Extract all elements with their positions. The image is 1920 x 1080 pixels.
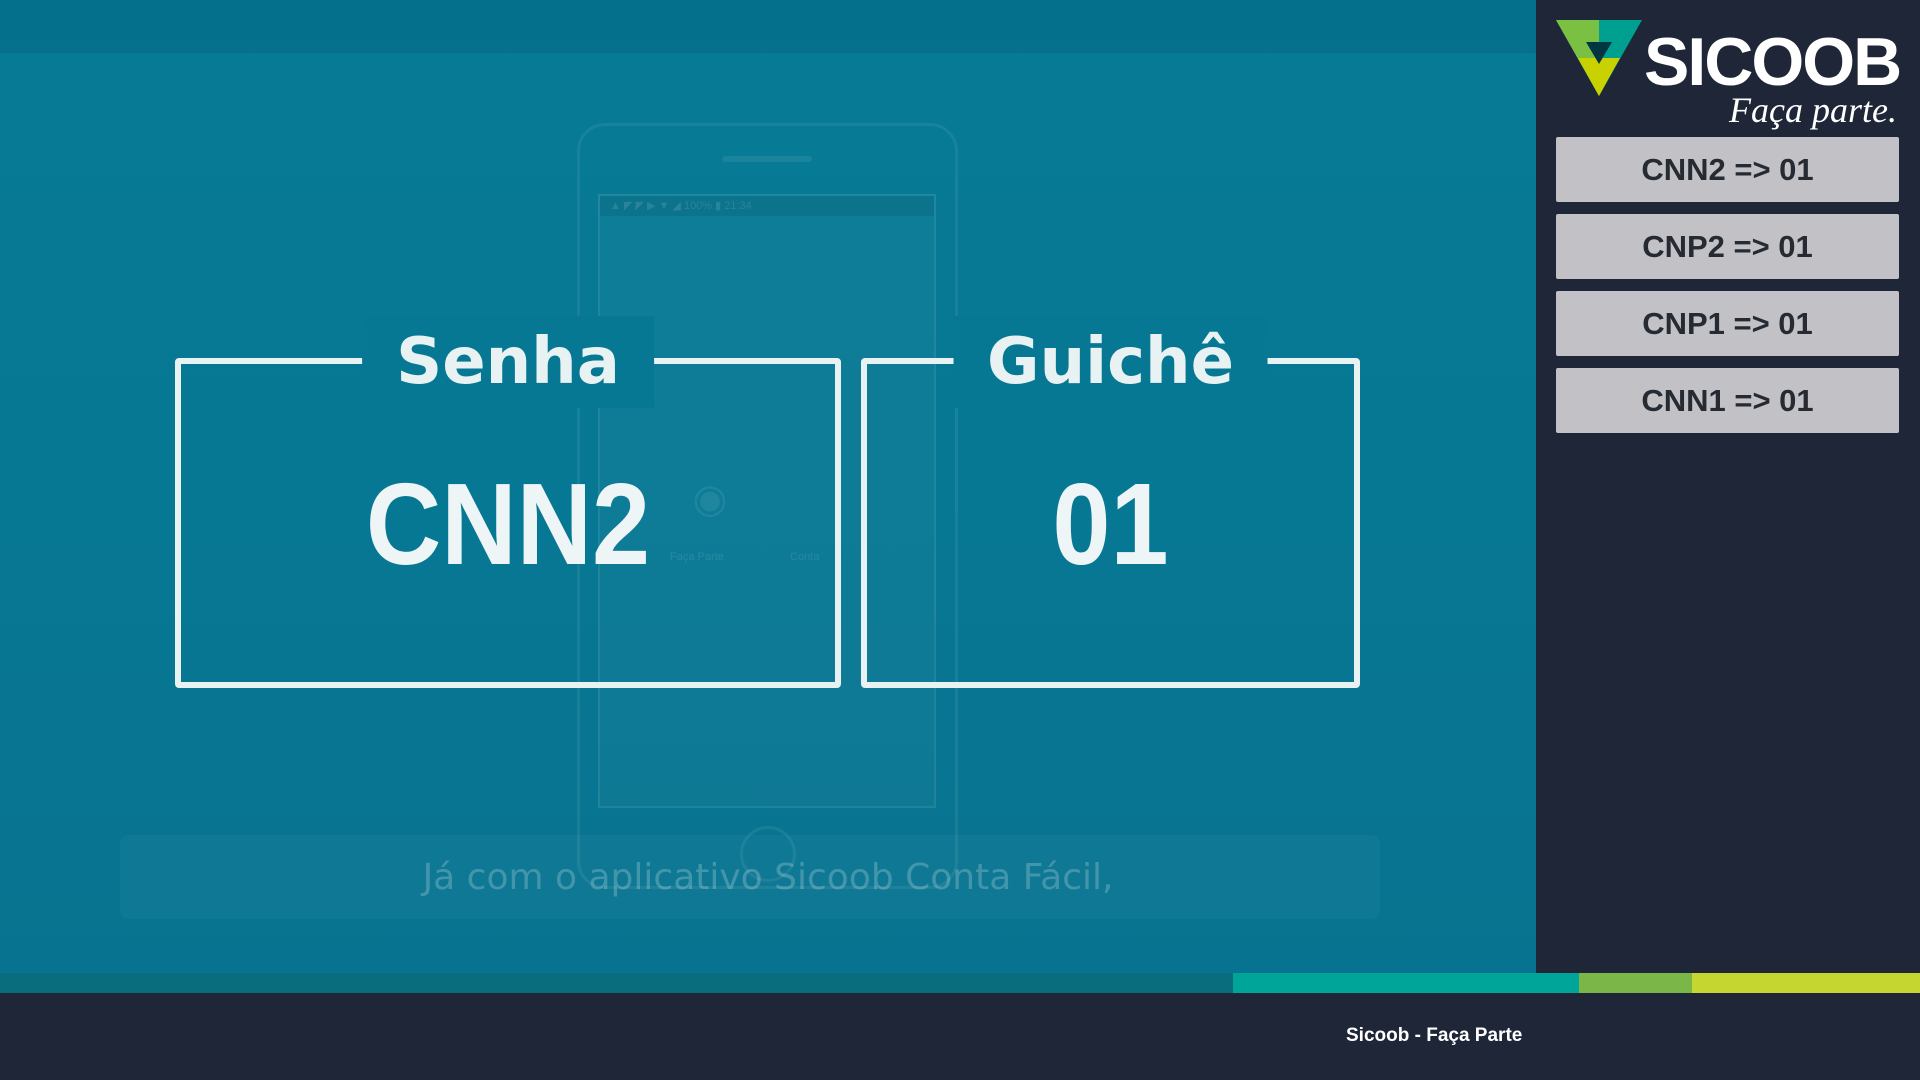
main-display-area: ▲ ◤ ◤ ▶ ▼ ◢ 100% ▮ 21:34 ◉ Faça Parte Co… [0,0,1536,973]
history-item: CNN1 => 01 [1556,368,1899,433]
counter-number: 01 [1052,459,1169,589]
ticket-number: CNN2 [365,459,651,589]
logo-tagline: Faça parte. [1729,90,1897,130]
sicoob-logo-icon [1556,20,1642,96]
call-history-list: CNN2 => 01 CNP2 => 01 CNP1 => 01 CNN1 =>… [1556,137,1899,445]
strip-segment [1579,973,1692,993]
sicoob-logo: SICOOB Faça parte. [1556,18,1902,133]
background-caption: Já com o aplicativo Sicoob Conta Fácil, [422,857,1114,898]
ticket-label: Senha [362,316,654,408]
ticket-number-box: Senha CNN2 [175,316,841,688]
strip-segment [1233,973,1579,993]
counter-number-box: Guichê 01 [861,316,1360,688]
footer-text: Sicoob - Faça Parte [1346,1025,1523,1046]
color-strip [0,973,1920,993]
sidebar: SICOOB Faça parte. CNN2 => 01 CNP2 => 01… [1536,0,1920,973]
top-band [0,0,1536,53]
strip-segment [0,973,1233,993]
history-item: CNN2 => 01 [1556,137,1899,202]
history-item: CNP2 => 01 [1556,214,1899,279]
footer: Sicoob - Faça Parte [0,993,1920,1080]
strip-segment [1692,973,1920,993]
counter-label: Guichê [953,316,1268,408]
history-item: CNP1 => 01 [1556,291,1899,356]
phone-speaker [722,156,812,162]
phone-status-bar: ▲ ◤ ◤ ▶ ▼ ◢ 100% ▮ 21:34 [600,196,934,216]
